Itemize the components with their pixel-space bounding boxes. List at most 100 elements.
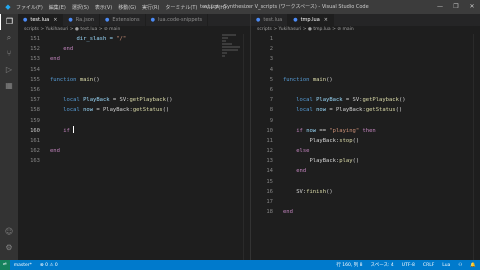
line-ending[interactable]: CRLF [423,263,434,268]
breadcrumb-left[interactable]: scripts > Yukihasuri > ● test.lua > ⊘ ma… [18,26,250,34]
code-token: () [326,188,333,195]
left-code-line[interactable]: 161 [18,136,250,146]
left-code-line[interactable]: 156 [18,85,250,95]
left-code-line[interactable]: 154 [18,65,250,75]
close-tab-icon[interactable]: × [324,14,328,26]
explorer-icon[interactable]: ❐ [0,14,18,30]
code-token: getPlayback [129,97,166,104]
menu-terminal[interactable]: ターミナル(T) [165,4,197,11]
scrollbar-left[interactable] [243,34,250,260]
menu-file[interactable]: ファイル(F) [16,4,43,11]
code-token: function [283,76,313,83]
encoding[interactable]: UTF-8 [402,263,415,268]
left-tab-3[interactable]: ● lua.code-snippets [146,14,209,26]
left-code-line[interactable]: 157 local PlayBack = SV: getPlayback() [18,95,250,105]
right-tab-0[interactable]: ● test.lua [251,14,289,26]
window-title: test.lua - Synthesizer V_scripts (ワークスペー… [200,4,369,10]
close-tab-icon[interactable]: × [53,14,57,26]
left-code-line[interactable]: 158 local now = PlayBack: getStatus() [18,105,250,115]
right-code-line[interactable]: 1 [251,34,480,44]
extensions-icon[interactable]: ▦ [0,78,18,94]
code-area-right[interactable]: 1 2 3 4 5 function main() 6 7 local PlayBack = … [251,34,480,217]
line-number: 163 [30,158,40,165]
right-code-line[interactable]: 6 [251,85,480,95]
search-icon[interactable]: ⌕ [0,30,18,46]
source-control-icon[interactable]: ⑂ [0,46,18,62]
scrollbar-right[interactable] [473,34,480,260]
menu-go[interactable]: 移動(G) [118,4,136,11]
code-token: if [283,127,307,134]
problems-count[interactable]: ⊗ 0 ⚠ 0 [40,263,58,268]
right-code-line[interactable]: 3 [251,54,480,64]
language-mode[interactable]: Lua [442,263,450,268]
breadcrumb-right[interactable]: scripts > Yukihasuri > ● tmp.lua > ⊘ mai… [251,26,480,34]
code-token: then [359,127,376,134]
menu-selection[interactable]: 選択(S) [72,4,89,11]
minimap-left[interactable] [222,34,242,94]
left-code-line[interactable]: 155 function main() [18,75,250,85]
menu-view[interactable]: 表示(V) [95,4,112,11]
git-branch[interactable]: master* [14,263,32,268]
right-code-line[interactable]: 9 [251,116,480,126]
line-number: 12 [266,148,273,155]
code-token: local [283,107,317,114]
menu-run[interactable]: 実行(R) [142,4,159,11]
maximize-button[interactable]: ❐ [448,0,464,14]
right-code-line[interactable]: 7 local PlayBack = SV: getPlayback() [251,95,480,105]
right-code-line[interactable]: 16 SV: finish() [251,187,480,197]
right-code-line[interactable]: 14 end [251,166,480,176]
left-code-line[interactable]: 159 [18,116,250,126]
code-token: getPlayback [362,97,399,104]
right-code-line[interactable]: 18 end [251,207,480,217]
feedback-icon[interactable]: ⚇ [458,263,462,268]
left-tab-2[interactable]: ● Extensions [100,14,146,26]
right-code-line[interactable]: 4 [251,65,480,75]
right-code-line[interactable]: 2 [251,44,480,54]
left-code-line[interactable]: 162 end [18,146,250,156]
line-number: 5 [269,76,273,83]
notifications-bell-icon[interactable]: 🔔 [470,263,476,268]
left-code-line[interactable]: 153 end [18,54,250,64]
file-type-icon: ● [256,17,261,23]
right-code-line[interactable]: 17 [251,197,480,207]
tab-bar-right: ● test.lua ● tmp.lua × [251,14,480,26]
code-token: PlayBack [316,97,343,104]
right-code-line[interactable]: 11 PlayBack: stop() [251,136,480,146]
right-code-line[interactable]: 12 else [251,146,480,156]
menu-edit[interactable]: 編集(E) [49,4,66,11]
line-number: 1 [269,36,273,42]
code-token: finish [306,188,327,195]
line-number: 2 [269,46,273,53]
right-tab-1[interactable]: ● tmp.lua × [288,14,334,26]
indentation[interactable]: スペース: 4 [371,262,394,268]
line-number: 9 [269,117,273,124]
code-area-left[interactable]: 151 dir_slash = "/" 152 end 153 end 154 155 fu… [18,34,250,166]
code-token: local [50,107,84,114]
cursor-position[interactable]: 行 160, 列 8 [336,262,362,268]
left-code-line[interactable]: 151 dir_slash = "/" [18,34,250,44]
code-token: main [79,76,94,83]
left-code-line[interactable]: 160 if [18,125,250,136]
left-tab-1[interactable]: ● Ra.json [63,14,101,26]
line-number: 162 [30,148,40,155]
left-code-line[interactable]: 163 [18,156,250,166]
left-code-line[interactable]: 152 end [18,44,250,54]
right-code-line[interactable]: 13 PlayBack: play() [251,156,480,166]
right-code-line[interactable]: 15 [251,177,480,187]
text-cursor [73,125,75,133]
right-code-line[interactable]: 5 function main() [251,75,480,85]
right-code-line[interactable]: 10 if now == "playing" then [251,126,480,136]
remote-indicator[interactable]: ⇌ [0,260,10,270]
minimize-button[interactable]: — [432,0,448,14]
settings-gear-icon[interactable]: ⚙ [0,240,18,256]
file-type-icon: ● [23,17,28,23]
line-number: 151 [30,36,40,42]
line-number: 15 [266,178,273,185]
code-token: if [50,127,74,134]
right-code-line[interactable]: 8 local now = PlayBack: getStatus() [251,105,480,115]
left-tab-0[interactable]: ● test.lua × [18,14,64,26]
account-icon[interactable]: ☺ [0,224,18,240]
code-token: = SV: [342,97,363,104]
run-debug-icon[interactable]: ▷ [0,62,18,78]
close-window-button[interactable]: ✕ [464,0,480,14]
